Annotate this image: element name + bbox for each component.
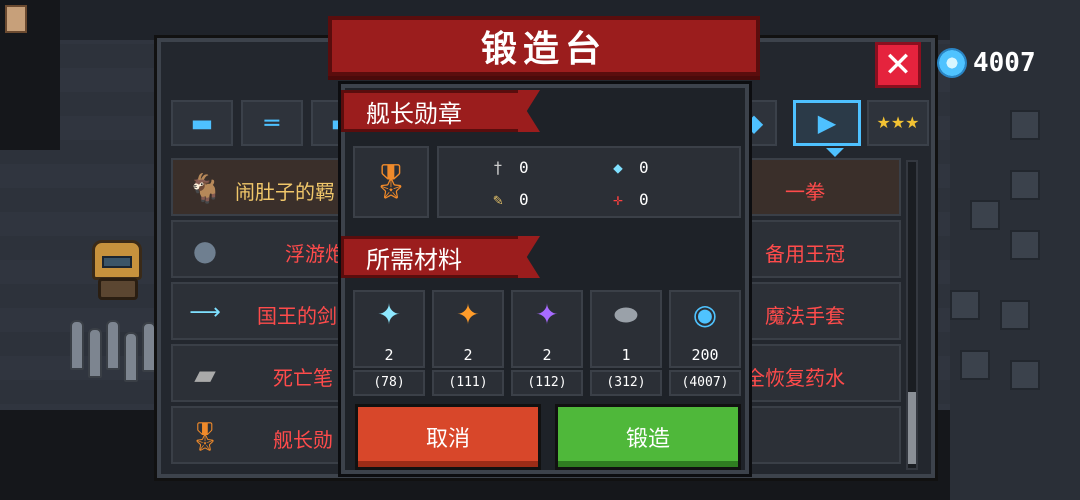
stat-attack-value: 0: [519, 158, 529, 177]
goat-glyph: 🐐: [187, 171, 223, 205]
material-required: 1: [621, 346, 631, 364]
stat-attack: † 0: [489, 158, 529, 177]
stars-icon: ★★★: [876, 113, 920, 132]
gem-coin-icon: ◉: [692, 298, 718, 331]
material-required: 2: [463, 346, 473, 364]
item-stats: † 0 ◆ 0 ✎ 0 ✛ 0: [437, 146, 741, 218]
orange-crystal-icon: ✦: [456, 298, 480, 331]
medal-glyph: 🎖: [187, 419, 223, 453]
pencil-stat-icon: ✎: [493, 190, 503, 209]
forge-button[interactable]: 锻造: [555, 404, 741, 470]
medal-icon: 🎖: [369, 162, 413, 202]
tab-fish[interactable]: ▶: [793, 100, 861, 146]
material-cell: ◉ 200: [669, 290, 741, 368]
notebook-icon: ▰: [185, 356, 225, 392]
material-cell: ✦ 2: [432, 290, 504, 368]
wall-poster: [5, 5, 27, 33]
item-name-right: 备用王冠: [765, 242, 845, 266]
crate: [1010, 230, 1040, 260]
purple-crystal-icon: ✦: [535, 298, 559, 331]
stat-energy-value: 0: [519, 190, 529, 209]
player-visor: [102, 256, 132, 268]
scroll-thumb[interactable]: [908, 392, 916, 464]
material-required: 200: [691, 346, 719, 364]
crosshair-stat-icon: ✛: [613, 190, 623, 209]
gas-cylinder: [106, 320, 120, 370]
stat-crit: ◆ 0: [609, 158, 649, 177]
sword-stat-icon: †: [493, 158, 503, 177]
bomb-glyph: ●: [192, 233, 218, 267]
material-owned: (78): [353, 370, 425, 396]
material-owned: (111): [432, 370, 504, 396]
tab-stars[interactable]: ★★★: [867, 100, 929, 146]
title-banner: 锻造台: [328, 16, 760, 76]
stat-energy: ✎ 0: [489, 190, 529, 209]
page-title: 锻造台: [480, 29, 607, 70]
gas-cylinder: [142, 322, 156, 372]
gas-cylinder: [124, 332, 138, 382]
material-owned: (312): [590, 370, 662, 396]
tab-pistol[interactable]: ▬: [171, 100, 233, 146]
gas-cylinder: [88, 328, 102, 378]
crate: [1010, 360, 1040, 390]
rifle-icon: ═: [264, 109, 280, 137]
gem-icon: [937, 48, 967, 78]
bomb-icon: ●: [185, 232, 225, 268]
materials-title: 所需材料: [366, 245, 462, 274]
sword-icon: ⟶: [185, 294, 225, 330]
gem-count: 4007: [973, 48, 1036, 78]
stat-accuracy-value: 0: [639, 190, 649, 209]
stat-crit-value: 0: [639, 158, 649, 177]
material-cell: ⬬ 1: [590, 290, 662, 368]
tab-rifle[interactable]: ═: [241, 100, 303, 146]
crate: [960, 350, 990, 380]
notebook-glyph: ▰: [194, 357, 216, 391]
material-owned: (4007): [669, 370, 741, 396]
item-name: 死亡笔: [273, 366, 333, 390]
crate: [950, 290, 980, 320]
materials-ribbon: 所需材料: [341, 236, 521, 278]
material-required: 2: [384, 346, 394, 364]
crate: [1010, 170, 1040, 200]
list-scrollbar[interactable]: [906, 160, 918, 470]
player-body: [98, 278, 138, 300]
material-required: 2: [542, 346, 552, 364]
goat-icon: 🐐: [185, 170, 225, 206]
material-cell: ✦ 2: [511, 290, 583, 368]
item-title: 舰长勋章: [366, 99, 462, 128]
item-name-right: 全恢复药水: [745, 366, 845, 390]
medal-icon: 🎖: [185, 418, 225, 454]
pistol-icon: ▬: [190, 109, 214, 137]
item-preview: 🎖: [353, 146, 429, 218]
material-owned: (112): [511, 370, 583, 396]
item-name: 舰长勋: [273, 428, 333, 452]
item-title-ribbon: 舰长勋章: [341, 90, 521, 132]
crate: [1010, 110, 1040, 140]
item-name: 闹肚子的羁: [235, 180, 335, 204]
sword-glyph: ⟶: [189, 299, 221, 325]
player-character: [84, 238, 150, 302]
gem-counter: 4007: [937, 48, 1036, 78]
close-icon: ✕: [883, 45, 913, 85]
stat-accuracy: ✛ 0: [609, 190, 649, 209]
crate: [1000, 300, 1030, 330]
cancel-button[interactable]: 取消: [355, 404, 541, 470]
item-name-right: 一拳: [785, 180, 825, 204]
crate: [970, 200, 1000, 230]
item-name-right: 魔法手套: [765, 304, 845, 328]
diamond-stat-icon: ◆: [613, 158, 623, 177]
forge-dialog: 舰长勋章 🎖 † 0 ◆ 0 ✎ 0 ✛ 0 所需材料 ✦ 2 (78) ✦ 2…: [341, 84, 749, 474]
active-tab-indicator: [826, 148, 844, 157]
ore-icon: ⬬: [614, 298, 638, 331]
material-cell: ✦ 2: [353, 290, 425, 368]
item-name: 国王的剑: [257, 304, 337, 328]
close-button[interactable]: ✕: [875, 42, 921, 88]
cyan-crystal-icon: ✦: [377, 298, 401, 331]
gas-cylinder: [70, 320, 84, 370]
item-name: 浮游炮: [285, 242, 345, 266]
fish-icon: ▶: [817, 109, 837, 137]
